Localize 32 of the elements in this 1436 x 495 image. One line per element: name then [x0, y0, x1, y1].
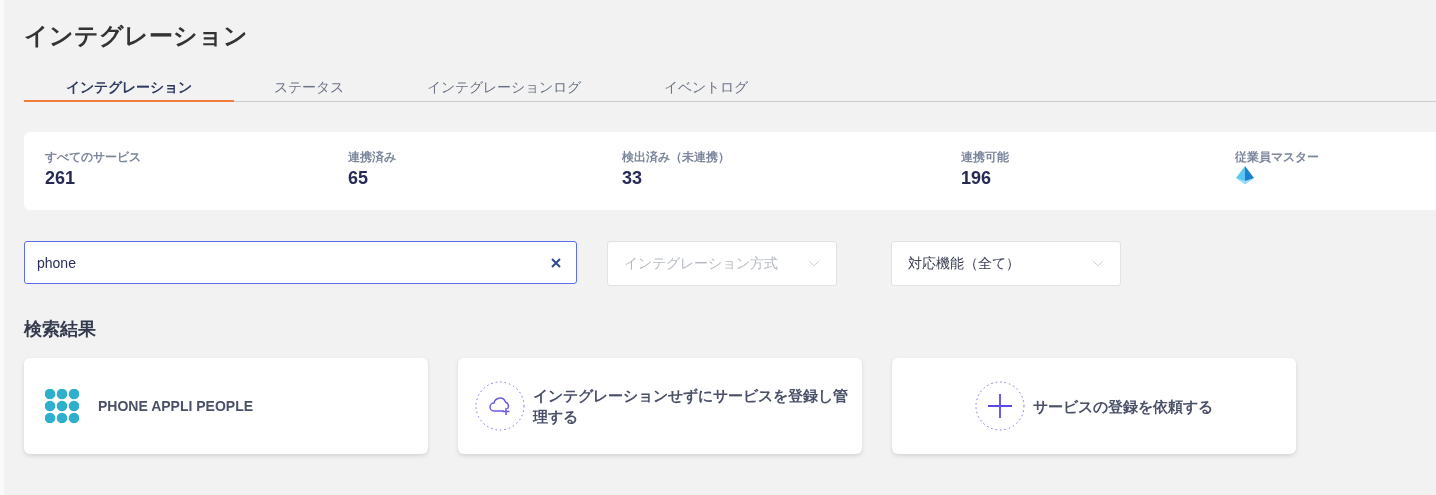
page-title: インテグレーション	[24, 21, 248, 51]
card-label: PHONE APPLI PEOPLE	[98, 396, 254, 416]
stat-label: 従業員マスター	[1235, 149, 1319, 165]
stat-label: すべてのサービス	[45, 149, 141, 165]
stat-value: 261	[45, 167, 76, 190]
dropdown[interactable]: 対応機能（全て）	[891, 241, 1121, 286]
section-heading: 検索結果	[24, 318, 96, 341]
dots-grid-icon	[45, 389, 79, 423]
chevron-icon	[1092, 260, 1104, 267]
tab[interactable]: インテグレーションログ	[384, 74, 624, 102]
stat-label: 連携可能	[961, 149, 1009, 165]
pyramid-icon	[1235, 166, 1255, 184]
stat-label: 連携済み	[348, 149, 396, 165]
tab[interactable]: インテグレーション	[24, 74, 234, 102]
card-label: インテグレーションせずにサービスを登録し管理する	[533, 386, 849, 427]
card-label: サービスの登録を依頼する	[1033, 396, 1213, 417]
result-card[interactable]: インテグレーションせずにサービスを登録し管理する	[458, 358, 862, 454]
result-card[interactable]: PHONE APPLI PEOPLE	[24, 358, 428, 454]
plus-icon	[975, 381, 1025, 431]
chevron-icon	[808, 260, 820, 267]
clear-icon[interactable]	[551, 258, 561, 268]
tab[interactable]: ステータス	[234, 74, 384, 102]
cloud-plus-icon	[475, 381, 525, 431]
dropdown-placeholder: インテグレーション方式	[624, 254, 778, 273]
result-card[interactable]: サービスの登録を依頼する	[892, 358, 1296, 454]
stat-value: 33	[622, 167, 643, 190]
search-field[interactable]: phone	[24, 241, 577, 284]
dropdown-value: 対応機能（全て）	[908, 254, 1020, 273]
stat-value: 196	[961, 167, 992, 190]
tab[interactable]: イベントログ	[624, 74, 788, 102]
stat-value: 65	[348, 167, 369, 190]
stat-label: 検出済み（未連携）	[622, 149, 730, 165]
